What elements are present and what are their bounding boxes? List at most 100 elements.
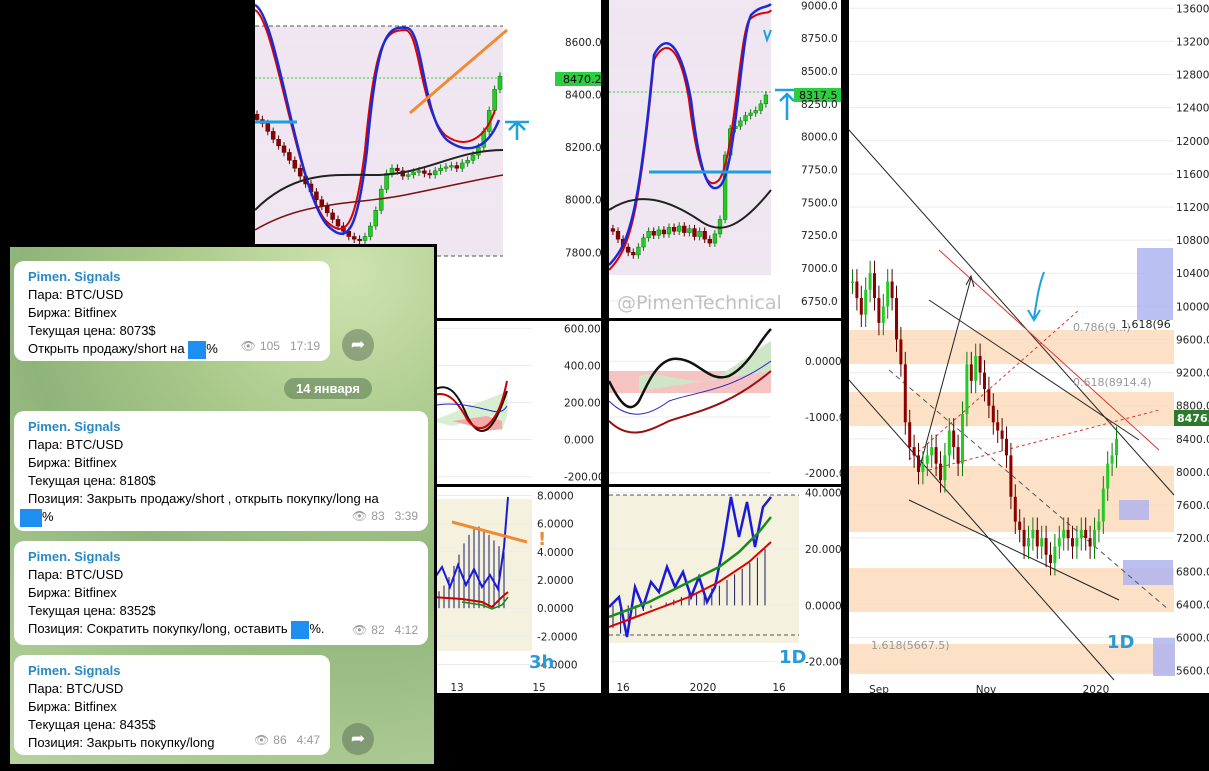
message-line: Биржа: Bitfinex: [28, 305, 117, 320]
message-sender[interactable]: Pimen. Signals: [28, 268, 318, 286]
message-sender[interactable]: Pimen. Signals: [28, 548, 416, 566]
candle: [465, 160, 470, 164]
y-tick-label: 11600.0: [1176, 169, 1209, 181]
x-tick-label: Sep: [869, 684, 889, 693]
candle: [917, 455, 920, 472]
candle: [610, 228, 616, 232]
candle: [292, 160, 298, 169]
y-tick-label: 8.0000: [537, 490, 574, 502]
candle: [881, 306, 885, 323]
message-bubble[interactable]: Pimen. Signals Пара: BTC/USD Биржа: Bitf…: [14, 261, 330, 361]
target-box: [1123, 560, 1173, 585]
candle: [615, 231, 621, 240]
share-icon[interactable]: ➦: [342, 329, 374, 361]
candle: [314, 191, 319, 200]
x-tick-label: 15: [532, 682, 545, 693]
y-tick-label: 400.000: [564, 360, 601, 372]
message-line: Текущая цена: 8180$: [28, 473, 156, 488]
message-sender[interactable]: Pimen. Signals: [28, 418, 416, 436]
y-tick-label: 0.0000: [805, 356, 841, 368]
redaction-mask: [291, 620, 310, 639]
candle: [324, 206, 330, 214]
x-tick-label: 2020: [1083, 684, 1110, 693]
target-box: [1137, 248, 1173, 320]
x-tick-label: Nov: [976, 684, 997, 693]
candle: [405, 174, 411, 177]
candle: [921, 463, 925, 472]
y-tick-label: 6000.0: [1176, 633, 1209, 645]
candle: [422, 170, 427, 174]
candle: [287, 152, 292, 161]
candle: [983, 372, 986, 390]
candle: [636, 246, 641, 256]
candle: [886, 281, 890, 307]
message-bubble[interactable]: Pimen. Signals Пара: BTC/USD Биржа: Bitf…: [14, 411, 428, 531]
y-tick-label: 8400.0: [1176, 434, 1209, 446]
y-tick-label: 8000.0: [1176, 467, 1209, 479]
candle: [1049, 554, 1052, 564]
candle: [961, 413, 964, 464]
y-tick-label: 8000.0: [801, 132, 838, 144]
candle: [626, 246, 631, 253]
y-tick-label: 7600.0: [1176, 500, 1209, 512]
candle: [1088, 538, 1092, 547]
candle: [631, 252, 636, 256]
candle: [270, 131, 276, 140]
candle: [1027, 538, 1030, 547]
candle: [1000, 430, 1004, 439]
candle: [1053, 546, 1057, 564]
y-tick-label: 10400.0: [1176, 268, 1209, 280]
message-line: Биржа: Bitfinex: [28, 699, 117, 714]
candle: [470, 154, 476, 161]
message-sender[interactable]: Pimen. Signals: [28, 662, 318, 680]
candle: [956, 447, 960, 464]
chart-1d-histogram-panel[interactable]: 40.0000 20.0000 0.0000 -20.0000 16 2020 16 1D: [609, 487, 841, 693]
candle: [1022, 529, 1026, 547]
candle: [378, 188, 384, 211]
share-icon[interactable]: ➦: [342, 723, 374, 755]
candle: [443, 166, 449, 169]
target-box: [1153, 638, 1175, 676]
chart-1d-price-panel[interactable]: 8317.5 9000.0 8750.0 8500.0 8250.0 8000.0 775…: [609, 0, 841, 318]
y-tick-label: 8600.0: [565, 37, 601, 49]
y-tick-label: 7200.0: [1176, 533, 1209, 545]
x-tick-label: 13: [450, 682, 463, 693]
candle: [934, 447, 938, 464]
chart-1d-oscillator-panel[interactable]: 0.0000 -1000.0 -2000.0: [609, 321, 841, 484]
y-tick-label: 8750.0: [801, 33, 838, 45]
y-tick-label: 9000.0: [801, 0, 838, 12]
candle: [1066, 529, 1070, 539]
message-bubble[interactable]: Pimen. Signals Пара: BTC/USD Биржа: Bitf…: [14, 655, 330, 755]
candle: [1071, 538, 1074, 547]
candle: [416, 170, 422, 173]
candle: [1084, 529, 1088, 539]
eye-icon: 👁: [352, 623, 368, 637]
candle: [930, 447, 934, 456]
candle: [1093, 529, 1096, 547]
candle: [1005, 438, 1008, 456]
candle: [427, 173, 433, 176]
chart-1d-large-panel[interactable]: 0.786(9...) 0.618(8914.4) 1.618(96 1.618…: [849, 0, 1209, 693]
zone-band: [849, 392, 1174, 426]
y-tick-label: 0.0000: [805, 600, 841, 612]
message-time: 4:47: [296, 733, 320, 747]
chart-1d-oscillator-svg: 0.0000 -1000.0 -2000.0: [609, 328, 841, 480]
candle: [748, 112, 753, 116]
candle: [1040, 538, 1044, 547]
y-tick-label: 9200.0: [1176, 368, 1209, 380]
chart-3h-histogram-svg: ! 8.00006.00004.00002.00000.0000-2.0000-…: [432, 490, 578, 693]
candle: [855, 281, 859, 299]
telegram-channel-overlay[interactable]: Pimen. Signals Пара: BTC/USD Биржа: Bitf…: [8, 244, 437, 767]
candle: [908, 422, 912, 448]
message-bubble[interactable]: Pimen. Signals Пара: BTC/USD Биржа: Bitf…: [14, 541, 428, 645]
candle: [497, 75, 503, 90]
message-text: Позиция: Сократить покупку/long, оставит…: [28, 621, 292, 636]
chart-3h-histogram-panel[interactable]: ! 8.0000 6.0000 4.0000 2.0000 0.0000 -2.0000-…: [432, 487, 601, 693]
candle: [763, 94, 769, 105]
candle: [925, 455, 929, 464]
candle: [449, 165, 454, 168]
chart-3h-oscillator-panel[interactable]: 600.000 400.000 200.000 0.000 -200.000: [432, 321, 601, 484]
candle: [682, 225, 687, 233]
candle: [974, 356, 978, 381]
candle: [677, 225, 682, 232]
